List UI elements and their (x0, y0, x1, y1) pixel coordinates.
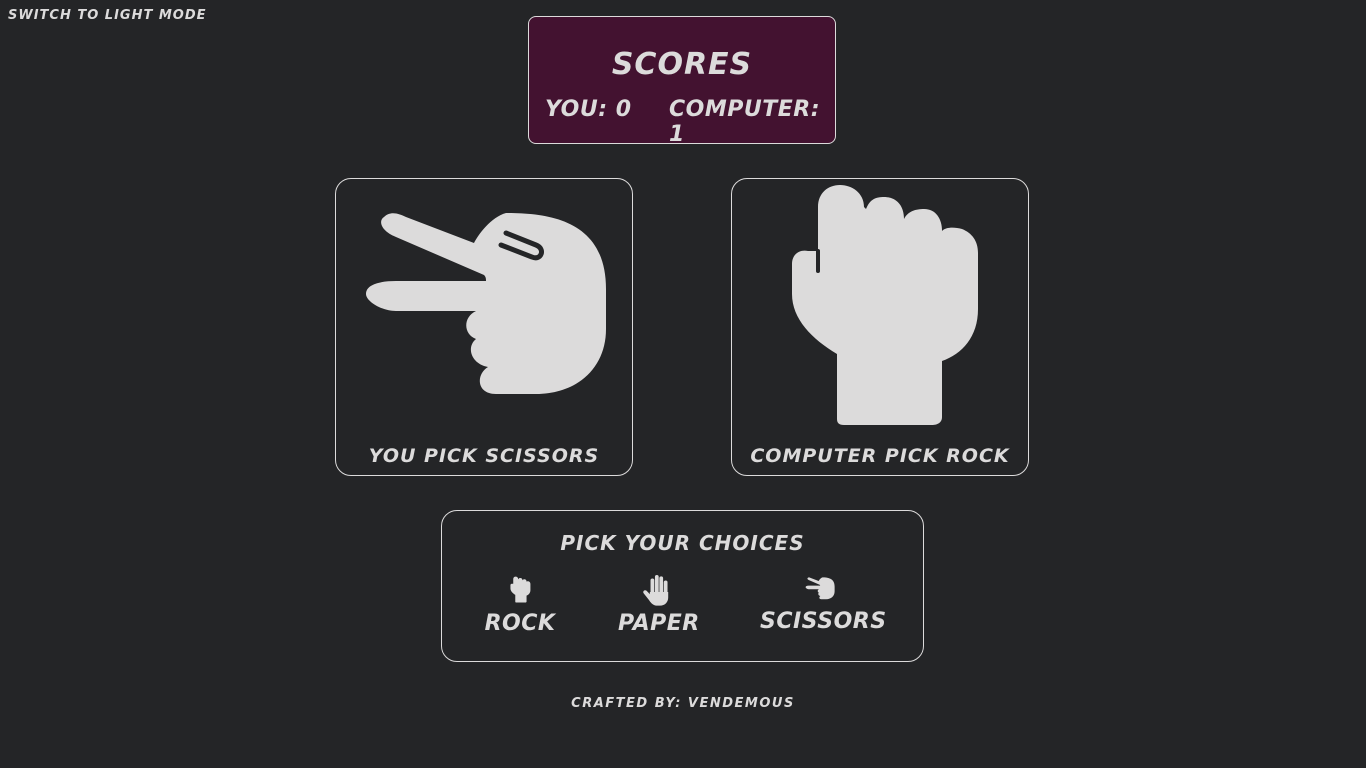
footer-credit: Crafted by: Vendemous (571, 696, 795, 711)
choices-panel: Pick your choices Rock Paper (441, 510, 924, 662)
player-score: You: 0 (545, 97, 632, 122)
scissors-hand-icon (366, 213, 606, 394)
choice-rock-button[interactable]: Rock (484, 573, 556, 636)
scoreboard-title: Scores (611, 47, 753, 82)
computer-score: Computer: 1 (669, 97, 835, 147)
choices-title: Pick your choices (560, 531, 805, 555)
computer-score-label: Computer: (669, 97, 821, 122)
rock-fist-icon (792, 185, 978, 425)
player-pick-caption: You Pick Scissors (368, 445, 600, 467)
paper-hand-icon (643, 575, 669, 606)
player-pick-card: You Pick Scissors (335, 178, 633, 476)
computer-score-value: 1 (669, 122, 685, 147)
choice-paper-label: Paper (618, 611, 700, 636)
choice-scissors-label: Scissors (760, 609, 887, 634)
game-stage: Switch to light mode Scores You: 0 Compu… (0, 0, 1366, 768)
choice-scissors-button[interactable]: Scissors (760, 573, 887, 634)
computer-pick-card: Computer Pick Rock (731, 178, 1029, 476)
theme-toggle-button[interactable]: Switch to light mode (8, 8, 207, 23)
scoreboard: Scores You: 0 Computer: 1 (528, 16, 836, 147)
choice-rock-label: Rock (484, 611, 556, 636)
player-score-label: You: (545, 97, 608, 122)
computer-pick-caption: Computer Pick Rock (750, 445, 1010, 467)
choice-paper-button[interactable]: Paper (618, 573, 700, 636)
scissors-hand-icon (805, 577, 835, 600)
rock-fist-icon (510, 576, 531, 603)
player-score-value: 0 (615, 97, 632, 122)
